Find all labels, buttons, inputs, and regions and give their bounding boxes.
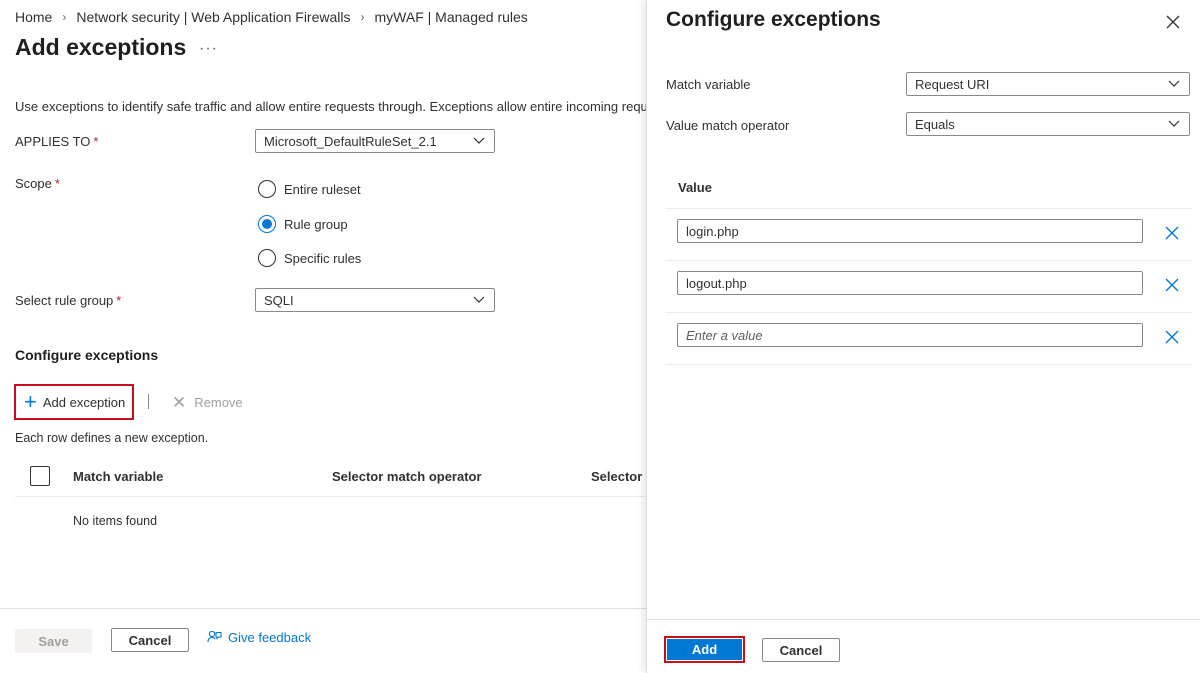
rule-group-label-text: Select rule group [15, 293, 114, 308]
applies-to-value: Microsoft_DefaultRuleSet_2.1 [264, 133, 437, 149]
close-icon: ✕ [172, 393, 187, 412]
radio-button[interactable] [258, 249, 276, 267]
applies-to-label-text: APPLIES TO [15, 134, 91, 149]
chevron-down-icon [1168, 80, 1180, 87]
close-icon[interactable] [1164, 13, 1182, 31]
value-row: logout.php [666, 260, 1191, 313]
intro-text: Use exceptions to identify safe traffic … [15, 99, 646, 114]
row-hint-text: Each row defines a new exception. [15, 431, 209, 445]
value-match-operator-value: Equals [915, 116, 955, 132]
column-header-selector-operator[interactable]: Selector match operator [332, 469, 482, 484]
value-input[interactable]: login.php [677, 219, 1143, 243]
chevron-right-icon: › [360, 10, 365, 24]
panel-title: Configure exceptions [666, 8, 881, 31]
chevron-down-icon [473, 137, 485, 144]
feedback-icon [207, 630, 222, 643]
cancel-button[interactable]: Cancel [111, 628, 189, 652]
scope-label-text: Scope [15, 176, 52, 191]
save-button[interactable]: Save [15, 629, 92, 653]
applies-to-label: APPLIES TO * [15, 134, 98, 149]
delete-icon[interactable] [1165, 278, 1179, 292]
give-feedback-label: Give feedback [228, 630, 312, 645]
panel-footer-divider [647, 619, 1200, 620]
radio-label: Rule group [284, 216, 348, 232]
plus-icon: + [24, 389, 37, 414]
delete-icon[interactable] [1165, 226, 1179, 240]
panel-cancel-button[interactable]: Cancel [762, 638, 840, 662]
add-button[interactable]: Add [664, 636, 745, 663]
exceptions-grid-header: Match variable Selector match operator S… [15, 456, 646, 497]
rule-group-value: SQLI [264, 292, 294, 308]
value-input[interactable]: logout.php [677, 271, 1143, 295]
radio-label: Entire ruleset [284, 181, 361, 197]
applies-to-dropdown[interactable]: Microsoft_DefaultRuleSet_2.1 [255, 129, 495, 153]
chevron-down-icon [473, 296, 485, 303]
chevron-down-icon [1168, 120, 1180, 127]
add-button-label: Add [667, 639, 742, 660]
breadcrumb-home[interactable]: Home [15, 9, 52, 25]
radio-button[interactable] [258, 180, 276, 198]
column-header-selector[interactable]: Selector [591, 469, 642, 484]
add-exceptions-page: Home › Network security | Web Applicatio… [0, 0, 646, 673]
chevron-right-icon: › [62, 10, 67, 24]
scope-option-entire-ruleset[interactable]: Entire ruleset [258, 180, 361, 198]
column-header-match-variable[interactable]: Match variable [73, 469, 163, 484]
rule-group-dropdown[interactable]: SQLI [255, 288, 495, 312]
value-match-operator-dropdown[interactable]: Equals [906, 112, 1190, 136]
match-variable-value: Request URI [915, 76, 990, 92]
scope-option-rule-group[interactable]: Rule group [258, 215, 348, 233]
scope-label: Scope * [15, 176, 60, 191]
remove-button[interactable]: ✕ Remove [172, 394, 243, 411]
configure-exceptions-panel: Configure exceptions Match variable Requ… [646, 0, 1200, 673]
add-exception-button[interactable]: + Add exception [14, 384, 134, 420]
required-marker: * [93, 134, 99, 149]
required-marker: * [116, 293, 122, 308]
more-horizontal-icon[interactable]: ··· [199, 40, 218, 58]
delete-icon[interactable] [1165, 330, 1179, 344]
rule-group-label: Select rule group * [15, 293, 121, 308]
match-variable-label: Match variable [666, 77, 751, 92]
select-all-checkbox[interactable] [30, 466, 50, 486]
page-title: Add exceptions [15, 34, 187, 60]
breadcrumb: Home › Network security | Web Applicatio… [15, 9, 528, 25]
value-match-operator-label: Value match operator [666, 118, 790, 133]
value-row: login.php [666, 208, 1191, 261]
match-variable-dropdown[interactable]: Request URI [906, 72, 1190, 96]
footer-divider [0, 608, 646, 609]
toolbar-divider [148, 394, 149, 409]
value-row-new: Enter a value [666, 312, 1191, 365]
configure-exceptions-heading: Configure exceptions [15, 347, 159, 363]
radio-label: Specific rules [284, 250, 362, 266]
breadcrumb-waf-list[interactable]: Network security | Web Application Firew… [76, 9, 350, 25]
required-marker: * [54, 176, 60, 191]
radio-button-selected[interactable] [258, 215, 276, 233]
remove-label: Remove [194, 395, 243, 410]
new-value-input[interactable]: Enter a value [677, 323, 1143, 347]
add-exception-label: Add exception [42, 394, 126, 410]
scope-option-specific-rules[interactable]: Specific rules [258, 249, 361, 267]
value-column-header: Value [678, 180, 712, 195]
empty-state-text: No items found [73, 514, 158, 528]
breadcrumb-managed-rules[interactable]: myWAF | Managed rules [375, 9, 528, 25]
give-feedback-link[interactable]: Give feedback [207, 630, 311, 645]
